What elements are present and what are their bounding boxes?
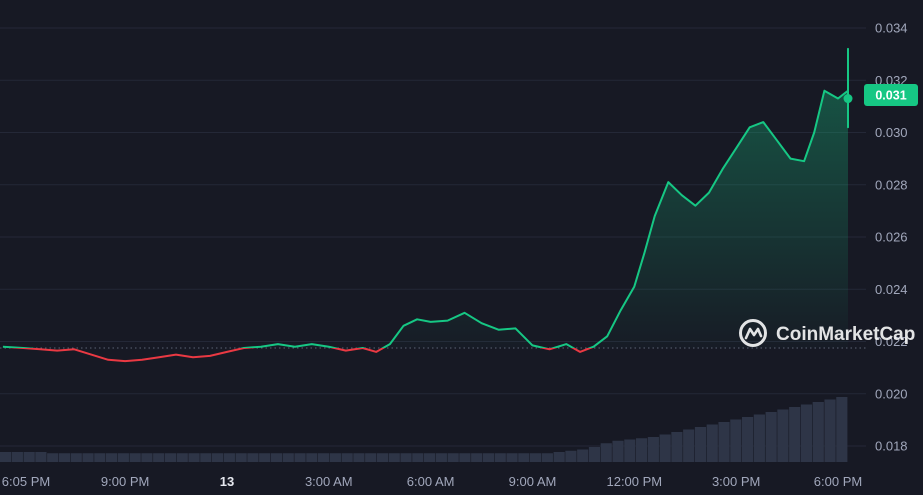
volume-bar — [329, 453, 341, 462]
volume-bar — [106, 453, 118, 462]
volume-bar — [129, 453, 141, 462]
volume-bar — [164, 453, 177, 462]
volume-bar — [247, 453, 259, 462]
volume-bar — [706, 424, 718, 462]
volume-bar — [0, 452, 12, 462]
x-tick-label: 6:00 AM — [407, 474, 455, 489]
y-tick-label: 0.018 — [875, 439, 908, 454]
volume-bar — [541, 453, 553, 462]
volume-bar — [376, 453, 389, 462]
volume-bar — [553, 452, 565, 462]
volume-bar — [612, 440, 624, 462]
volume-bar — [11, 452, 23, 462]
volume-bar — [117, 453, 129, 462]
volume-bar — [70, 453, 82, 462]
y-tick-label: 0.024 — [875, 282, 908, 297]
y-tick-label: 0.034 — [875, 21, 908, 36]
volume-bar — [447, 453, 459, 462]
volume-bar — [58, 453, 71, 462]
volume-bar — [259, 453, 271, 462]
volume-bar — [577, 449, 589, 462]
volume-bar — [412, 453, 424, 462]
volume-bar — [588, 447, 601, 462]
volume-bar — [318, 453, 330, 462]
volume-bars — [0, 397, 848, 462]
volume-bar — [600, 443, 612, 462]
volume-bar — [694, 427, 707, 462]
volume-bar — [270, 453, 283, 462]
volume-bar — [353, 453, 365, 462]
volume-bar — [530, 453, 542, 462]
current-price-label: 0.031 — [875, 89, 906, 103]
volume-bar — [188, 453, 200, 462]
volume-bar — [388, 453, 400, 462]
volume-bar — [459, 453, 471, 462]
watermark-text: CoinMarketCap — [776, 324, 915, 345]
y-tick-label: 0.026 — [875, 230, 908, 245]
volume-bar — [471, 453, 483, 462]
volume-bar — [424, 453, 436, 462]
volume-bar — [624, 439, 636, 462]
volume-bar — [23, 452, 35, 462]
volume-bar — [518, 453, 530, 462]
volume-bar — [400, 453, 412, 462]
volume-bar — [742, 417, 754, 462]
volume-bar — [730, 419, 742, 462]
volume-bar — [506, 453, 518, 462]
volume-bar — [753, 414, 765, 462]
volume-bar — [94, 453, 106, 462]
volume-bar — [435, 453, 447, 462]
volume-bar — [200, 453, 212, 462]
volume-bar — [636, 438, 648, 462]
x-tick-label: 13 — [220, 474, 234, 489]
volume-bar — [718, 422, 730, 462]
volume-bar — [294, 453, 306, 462]
x-tick-label: 6:05 PM — [2, 474, 50, 489]
volume-bar — [836, 397, 848, 462]
volume-bar — [341, 453, 353, 462]
volume-bar — [141, 453, 153, 462]
y-tick-label: 0.028 — [875, 177, 908, 192]
x-tick-label: 3:00 PM — [712, 474, 760, 489]
x-tick-label: 12:00 PM — [606, 474, 662, 489]
volume-bar — [282, 453, 294, 462]
volume-bar — [223, 453, 235, 462]
volume-bar — [47, 453, 59, 462]
volume-bar — [482, 453, 495, 462]
volume-bar — [777, 409, 789, 462]
volume-bar — [671, 432, 683, 462]
x-tick-label: 9:00 PM — [101, 474, 149, 489]
price-chart: 0.0180.0200.0220.0240.0260.0280.0300.032… — [0, 21, 918, 489]
volume-bar — [683, 429, 695, 462]
current-price-badge: 0.031 — [864, 84, 918, 106]
x-tick-label: 9:00 AM — [509, 474, 557, 489]
volume-bar — [824, 399, 836, 462]
volume-bar — [176, 453, 188, 462]
volume-bar — [306, 453, 318, 462]
volume-bar — [35, 452, 47, 462]
volume-bar — [765, 412, 777, 462]
y-tick-label: 0.030 — [875, 125, 908, 140]
volume-bar — [812, 402, 824, 462]
x-axis: 6:05 PM 9:00 PM 13 3:00 AM 6:00 AM 9:00 AM 12:… — [2, 474, 862, 489]
y-tick-label: 0.020 — [875, 386, 908, 401]
volume-bar — [647, 437, 659, 462]
volume-bar — [365, 453, 377, 462]
x-tick-label: 3:00 AM — [305, 474, 353, 489]
volume-bar — [659, 434, 671, 462]
volume-bar — [800, 404, 813, 462]
volume-bar — [565, 450, 577, 462]
volume-bar — [789, 407, 801, 462]
volume-bar — [494, 453, 506, 462]
volume-bar — [82, 453, 94, 462]
current-price-dot[interactable] — [843, 94, 853, 104]
volume-bar — [153, 453, 165, 462]
volume-bar — [212, 453, 224, 462]
x-tick-label: 6:00 PM — [814, 474, 862, 489]
price-area-fill — [2, 48, 848, 349]
volume-bar — [235, 453, 247, 462]
